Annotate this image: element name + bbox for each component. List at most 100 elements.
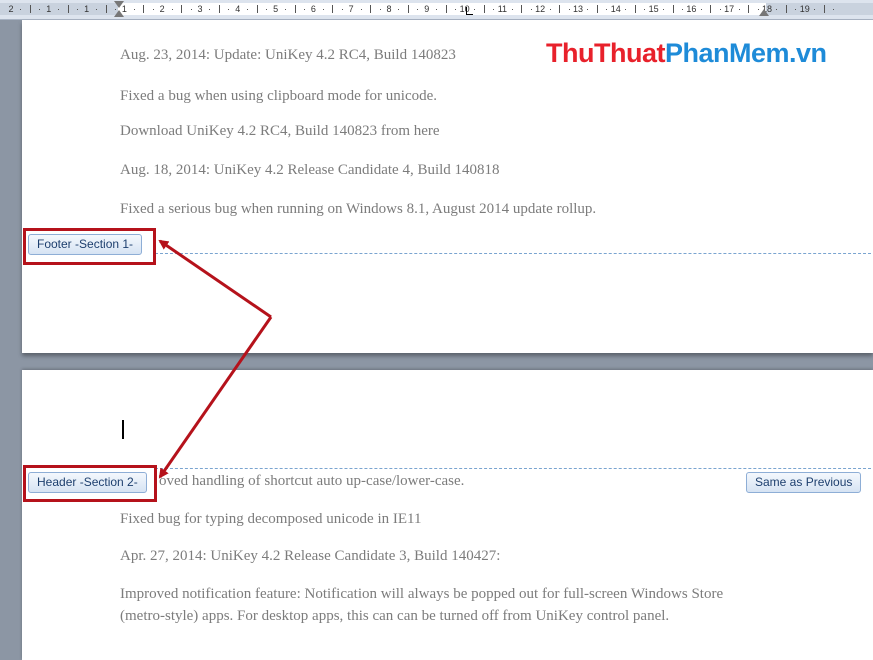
- ruler-dot: [209, 9, 211, 10]
- paragraph: Fixed a bug when using clipboard mode fo…: [120, 88, 438, 104]
- ruler-tick: [181, 5, 183, 13]
- paragraph: Aug. 18, 2014: UniKey 4.2 Release Candid…: [120, 162, 500, 178]
- ruler-number: 17: [724, 4, 735, 14]
- ruler-dot: [322, 9, 324, 10]
- same-as-previous-button[interactable]: Same as Previous: [746, 472, 862, 493]
- ruler-number: 15: [648, 4, 659, 14]
- ruler-dot: [303, 9, 305, 10]
- ruler-number: 13: [572, 4, 584, 14]
- footer-tag-highlight-box: [23, 228, 156, 265]
- ruler-dot: [379, 9, 381, 10]
- ruler-dot: [700, 9, 702, 10]
- document-page-1[interactable]: [22, 20, 873, 353]
- ruler-number: 19: [799, 4, 810, 14]
- ruler-dot: [266, 9, 268, 10]
- ruler-tick: [748, 5, 750, 13]
- ruler-number: 3: [197, 4, 203, 14]
- ruler-dot: [341, 9, 343, 10]
- ruler-dot: [77, 9, 79, 10]
- ruler-right-margin: [766, 3, 873, 15]
- ruler-dot: [663, 9, 665, 10]
- ruler-dot: [133, 9, 135, 10]
- ruler-tick: [521, 5, 523, 13]
- ruler-tick: [29, 5, 31, 13]
- ruler-tick: [445, 5, 447, 13]
- ruler-dot: [530, 9, 532, 10]
- ruler-number: 4: [235, 4, 241, 14]
- ruler-number: 9: [424, 4, 430, 14]
- ruler-dot: [568, 9, 570, 10]
- ruler-tick: [370, 5, 372, 13]
- ruler-dot: [96, 9, 98, 10]
- paragraph: Aug. 23, 2014: Update: UniKey 4.2 RC4, B…: [120, 47, 456, 63]
- watermark-part-2: PhanMem.vn: [664, 38, 827, 68]
- ruler-number: 11: [497, 4, 508, 14]
- ruler-dot: [644, 9, 646, 10]
- ruler-tick: [710, 5, 712, 13]
- ruler-dot: [738, 9, 740, 10]
- ruler-dot: [776, 9, 778, 10]
- ruler-number: 12: [535, 4, 546, 14]
- ruler-number: 1: [84, 4, 90, 14]
- ruler-dot: [398, 9, 400, 10]
- right-indent-marker[interactable]: [759, 9, 769, 16]
- paragraph: Fixed a serious bug when running on Wind…: [120, 201, 597, 217]
- ruler-tick: [143, 5, 145, 13]
- ruler-tick: [294, 5, 296, 13]
- ruler-dot: [511, 9, 513, 10]
- ruler-number: 7: [348, 4, 354, 14]
- ruler-dot: [719, 9, 721, 10]
- ruler-tick: [823, 5, 825, 13]
- ruler-dot: [171, 9, 173, 10]
- ruler-dot: [492, 9, 494, 10]
- ruler-tick: [105, 5, 107, 13]
- ruler-dot: [606, 9, 608, 10]
- paragraph: Download UniKey 4.2 RC4, Build 140823 fr…: [120, 123, 440, 139]
- paragraph-partial: oved handling of shortcut auto up-case/l…: [159, 473, 465, 489]
- ruler-number: 5: [273, 4, 279, 14]
- hanging-indent-marker[interactable]: [114, 10, 124, 17]
- ruler-dot: [417, 9, 419, 10]
- ruler-number: 2: [159, 4, 165, 14]
- watermark-logo: ThuThuatPhanMem.vn: [546, 38, 827, 68]
- ruler-dot: [814, 9, 816, 10]
- ruler-tick: [332, 5, 334, 13]
- ruler-tick: [785, 5, 787, 13]
- ruler-dot: [474, 9, 476, 10]
- paragraph: Fixed bug for typing decomposed unicode …: [120, 511, 422, 527]
- ruler-tick: [634, 5, 636, 13]
- ruler-dot: [152, 9, 154, 10]
- ruler-number: 14: [610, 4, 621, 14]
- ruler-number: 6: [310, 4, 316, 14]
- ruler-dot: [39, 9, 41, 10]
- ruler-dot: [795, 9, 797, 10]
- ruler-dot: [833, 9, 835, 10]
- ruler-number: 1: [46, 4, 52, 14]
- ruler-tick: [596, 5, 598, 13]
- ruler-dot: [360, 9, 362, 10]
- ruler-tick: [559, 5, 561, 13]
- ruler-number: 16: [686, 4, 697, 14]
- ruler-dot: [247, 9, 249, 10]
- ruler-dot: [681, 9, 683, 10]
- ruler-dot: [228, 9, 230, 10]
- ruler-dot: [436, 9, 438, 10]
- ruler-tick: [218, 5, 220, 13]
- text-cursor: [122, 420, 124, 439]
- tab-stop-marker-foot: [466, 14, 473, 15]
- ruler-dot: [20, 9, 22, 10]
- ruler-dot: [285, 9, 287, 10]
- first-line-indent-marker[interactable]: [114, 1, 124, 8]
- ruler-tick: [67, 5, 69, 13]
- ruler-dot: [455, 9, 457, 10]
- ruler-dot: [190, 9, 192, 10]
- paragraph: Apr. 27, 2014: UniKey 4.2 Release Candid…: [120, 548, 501, 564]
- header-boundary-line: [155, 468, 871, 469]
- paragraph: Improved notification feature: Notificat…: [120, 586, 724, 624]
- ruler-tick: [407, 5, 409, 13]
- ruler-number: 2: [8, 4, 14, 14]
- watermark-part-1: ThuThuat: [546, 38, 665, 68]
- ruler-dot: [587, 9, 589, 10]
- ruler-number: 8: [386, 4, 392, 14]
- horizontal-ruler[interactable]: 2 1 1 1 2 3 4 5 6 7 8 9 10 11 12 13 14 15 16 17 18 19: [0, 0, 873, 20]
